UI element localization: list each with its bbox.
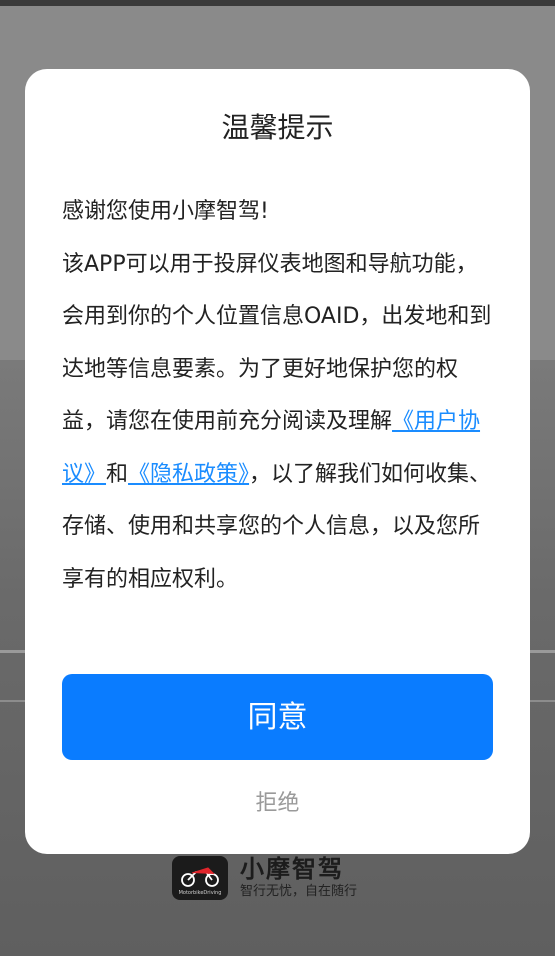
privacy-dialog: 温馨提示 感谢您使用小摩智驾! 该APP可以用于投屏仪表地图和导航功能，会用到你… bbox=[25, 69, 530, 854]
screen: 温馨提示 感谢您使用小摩智驾! 该APP可以用于投屏仪表地图和导航功能，会用到你… bbox=[0, 0, 555, 956]
brand-logo-caption: MotorbikeDriving bbox=[178, 890, 222, 896]
brand-text: 小摩智驾 智行无忧，自在随行 bbox=[240, 856, 357, 900]
reject-button[interactable]: 拒绝 bbox=[25, 784, 530, 824]
and-text: 和 bbox=[106, 461, 129, 487]
dialog-title: 温馨提示 bbox=[221, 111, 334, 144]
privacy-policy-link[interactable]: 《隐私政策》 bbox=[128, 462, 249, 487]
motorcycle-icon bbox=[181, 867, 219, 887]
brand-logo: MotorbikeDriving bbox=[172, 856, 228, 900]
dialog-body: 感谢您使用小摩智驾! 该APP可以用于投屏仪表地图和导航功能，会用到你的个人位置… bbox=[62, 186, 494, 606]
brand-footer: MotorbikeDriving 小摩智驾 智行无忧，自在随行 bbox=[172, 854, 357, 902]
status-bar-background bbox=[0, 0, 555, 6]
brand-slogan: 智行无忧，自在随行 bbox=[240, 884, 358, 899]
greeting-text: 感谢您使用小摩智驾! bbox=[62, 199, 269, 224]
agree-button[interactable]: 同意 bbox=[62, 674, 493, 760]
dialog-message: 该APP可以用于投屏仪表地图和导航功能，会用到你的个人位置信息OAID，出发地和… bbox=[62, 239, 494, 607]
brand-name: 小摩智驾 bbox=[240, 855, 344, 883]
message-text: 该APP可以用于投屏仪表地图和导航功能，会用到你的个人位置信息OAID，出发地和… bbox=[62, 251, 492, 435]
